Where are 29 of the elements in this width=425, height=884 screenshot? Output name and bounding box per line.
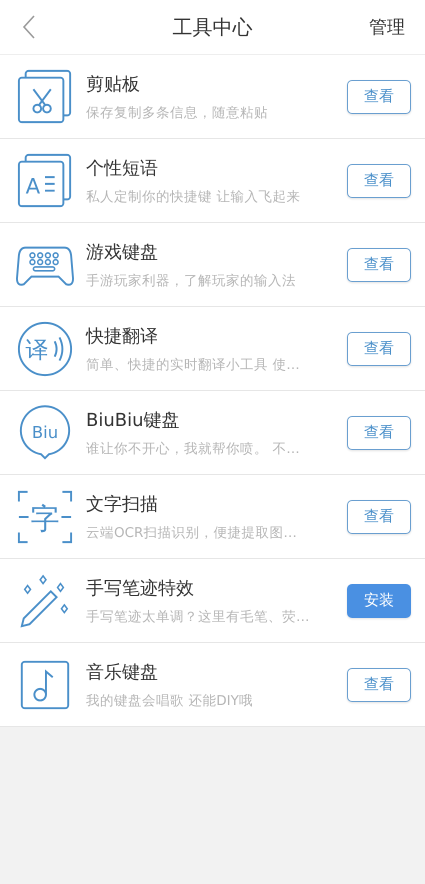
- tool-name: 音乐键盘: [86, 660, 159, 684]
- view-button[interactable]: 查看: [347, 416, 411, 450]
- tool-description: 谁让你不开心，我就帮你喷。 不…: [86, 440, 301, 458]
- tool-description: 云端OCR扫描识别，便捷提取图…: [86, 524, 298, 542]
- view-button[interactable]: 查看: [347, 164, 411, 198]
- tool-name: 手写笔迹特效: [86, 576, 195, 600]
- page-title: 工具中心: [172, 14, 254, 40]
- tool-name: 快捷翻译: [86, 324, 159, 348]
- tool-name: 个性短语: [86, 156, 159, 180]
- tool-description: 手游玩家利器，了解玩家的输入法: [86, 272, 297, 290]
- tool-name: BiuBiu键盘: [86, 408, 181, 432]
- tool-name: 游戏键盘: [86, 240, 159, 264]
- view-button[interactable]: 查看: [347, 668, 411, 702]
- tool-description: 保存复制多条信息，随意粘贴: [86, 104, 269, 122]
- back-icon[interactable]: [22, 14, 36, 40]
- view-button[interactable]: 查看: [347, 500, 411, 534]
- view-button[interactable]: 查看: [347, 80, 411, 114]
- tool-name: 剪贴板: [86, 72, 141, 96]
- scissors-icon: [16, 68, 74, 126]
- tool-description: 私人定制你的快捷键 让输入飞起来: [86, 188, 302, 206]
- tool-description: 手写笔迹太单调？这里有毛笔、荧…: [86, 608, 310, 626]
- tool-description: 简单、快捷的实时翻译小工具 使…: [86, 356, 301, 374]
- manage-link[interactable]: 管理: [369, 15, 405, 39]
- tool-description: 我的键盘会唱歌 还能DIY哦: [86, 692, 254, 710]
- install-button[interactable]: 安装: [347, 584, 411, 618]
- view-button[interactable]: 查看: [347, 248, 411, 282]
- tool-name: 文字扫描: [86, 492, 159, 516]
- view-button[interactable]: 查看: [347, 332, 411, 366]
- translate-icon: 译: [16, 320, 74, 378]
